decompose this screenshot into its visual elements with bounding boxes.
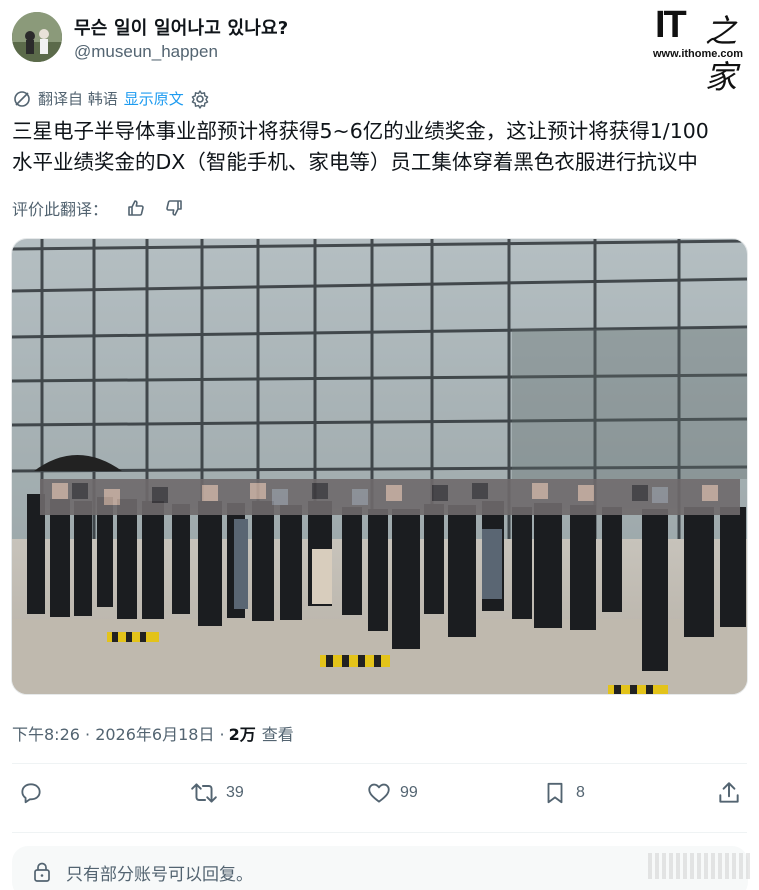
tweet-text-line: 水平业绩奖金的DX（智能手机、家电等）员工集体穿着黑色衣服进行抗议中 bbox=[12, 150, 698, 174]
ithome-watermark-logo: IT 之家 www.ithome.com bbox=[651, 2, 755, 96]
avatar[interactable] bbox=[12, 12, 62, 62]
thumbs-up-icon[interactable] bbox=[126, 198, 146, 218]
show-original-link[interactable]: 显示原文 bbox=[124, 88, 184, 109]
tweet-text: 三星电子半导体事业部预计将获得5~6亿的业绩奖金，这让预计将获得1/100 水平… bbox=[12, 116, 752, 178]
like-button[interactable]: 99 bbox=[366, 780, 418, 806]
action-bar: 39 99 8 bbox=[0, 780, 759, 816]
share-icon bbox=[716, 780, 742, 806]
lock-icon bbox=[32, 861, 52, 883]
retweet-count: 39 bbox=[226, 784, 244, 801]
bookmark-count: 8 bbox=[576, 784, 585, 801]
watermark-noise bbox=[648, 853, 752, 879]
retweet-icon bbox=[190, 780, 218, 806]
reply-button[interactable] bbox=[18, 780, 52, 806]
logo-url: www.ithome.com bbox=[653, 48, 744, 60]
tweet-text-line: 三星电子半导体事业部预计将获得5~6亿的业绩奖金，这让预计将获得1/100 bbox=[12, 119, 709, 143]
translate-icon bbox=[12, 89, 32, 109]
timestamp[interactable]: 下午8:26 · 2026年6月18日 · bbox=[12, 721, 225, 745]
reply-restriction-text: 只有部分账号可以回复。 bbox=[66, 864, 253, 885]
retweet-button[interactable]: 39 bbox=[190, 780, 244, 806]
rate-translation-label: 评价此翻译： bbox=[12, 200, 109, 219]
translation-row: 翻译自 韩语 显示原文 bbox=[12, 88, 210, 109]
reply-restriction-notice: 只有部分账号可以回复。 bbox=[12, 846, 748, 890]
share-button[interactable] bbox=[716, 780, 742, 806]
reply-icon bbox=[18, 780, 44, 806]
thumbs-down-icon[interactable] bbox=[164, 198, 184, 218]
divider bbox=[12, 832, 747, 833]
bookmark-button[interactable]: 8 bbox=[542, 780, 585, 806]
tweet-meta: 下午8:26 · 2026年6月18日 · 2万 查看 bbox=[12, 721, 294, 745]
gear-icon[interactable] bbox=[190, 89, 210, 109]
views-label: 查看 bbox=[261, 725, 294, 744]
bookmark-icon bbox=[542, 780, 568, 806]
tweet-photo[interactable] bbox=[11, 238, 748, 695]
divider bbox=[12, 763, 747, 764]
heart-icon bbox=[366, 780, 392, 806]
translation-label: 翻译自 韩语 bbox=[38, 90, 118, 108]
views-count: 2万 bbox=[228, 725, 256, 744]
user-handle[interactable]: @museun_happen bbox=[74, 42, 218, 62]
like-count: 99 bbox=[400, 784, 418, 801]
rate-translation-row: 评价此翻译： bbox=[12, 196, 184, 220]
logo-it-text: IT bbox=[655, 4, 687, 46]
display-name[interactable]: 무슨 일이 일어나고 있나요? bbox=[74, 14, 288, 40]
